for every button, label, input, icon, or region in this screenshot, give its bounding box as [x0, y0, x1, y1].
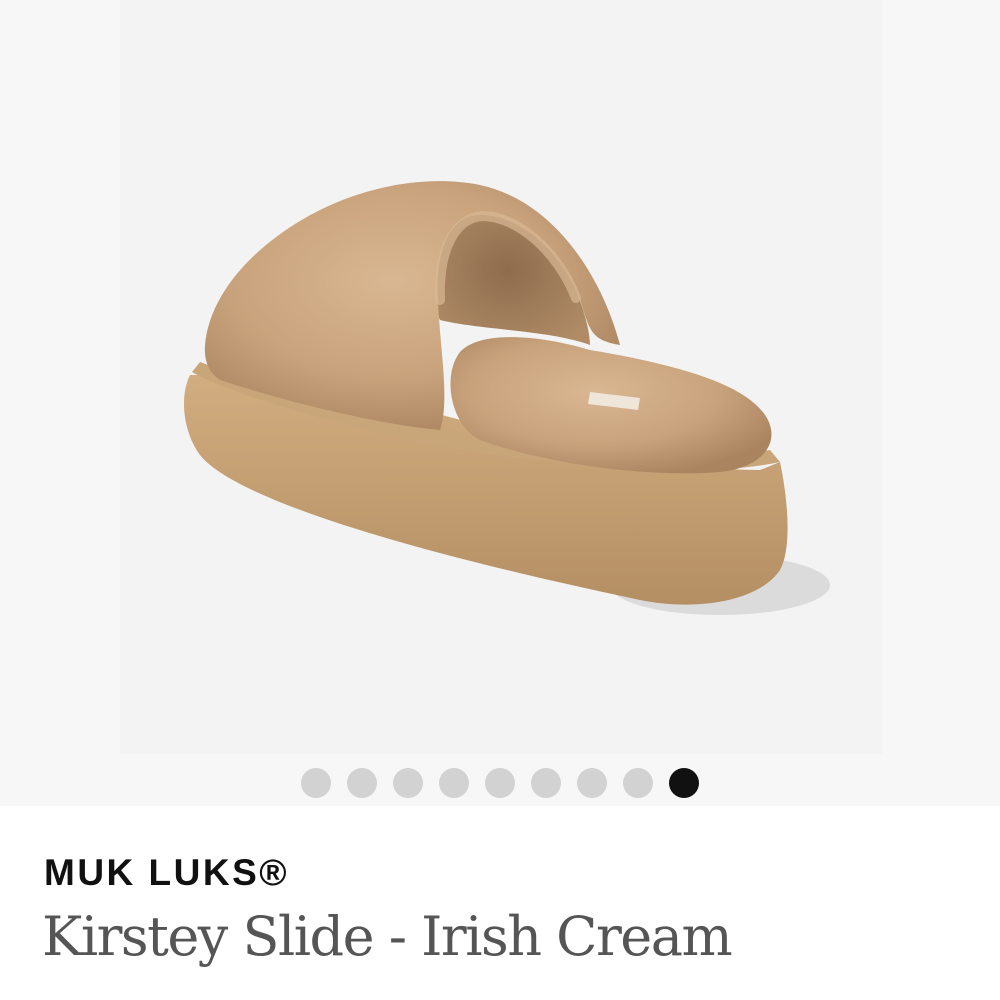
brand-name[interactable]: MUK LUKS® [44, 851, 289, 895]
slipper-illustration [184, 181, 830, 615]
pagination-dot-3[interactable] [393, 768, 423, 798]
pagination-dot-4[interactable] [439, 768, 469, 798]
pagination-dot-9-active[interactable] [669, 768, 699, 798]
product-page: MUK LUKS® Kirstey Slide - Irish Cream [0, 0, 1000, 1000]
image-pagination [0, 766, 1000, 800]
product-title: Kirstey Slide - Irish Cream [42, 905, 733, 968]
pagination-dot-1[interactable] [301, 768, 331, 798]
product-image[interactable] [120, 0, 882, 754]
pagination-dot-8[interactable] [623, 768, 653, 798]
pagination-dot-5[interactable] [485, 768, 515, 798]
pagination-dot-2[interactable] [347, 768, 377, 798]
pagination-dot-6[interactable] [531, 768, 561, 798]
pagination-dot-7[interactable] [577, 768, 607, 798]
product-gallery[interactable] [0, 0, 1000, 806]
